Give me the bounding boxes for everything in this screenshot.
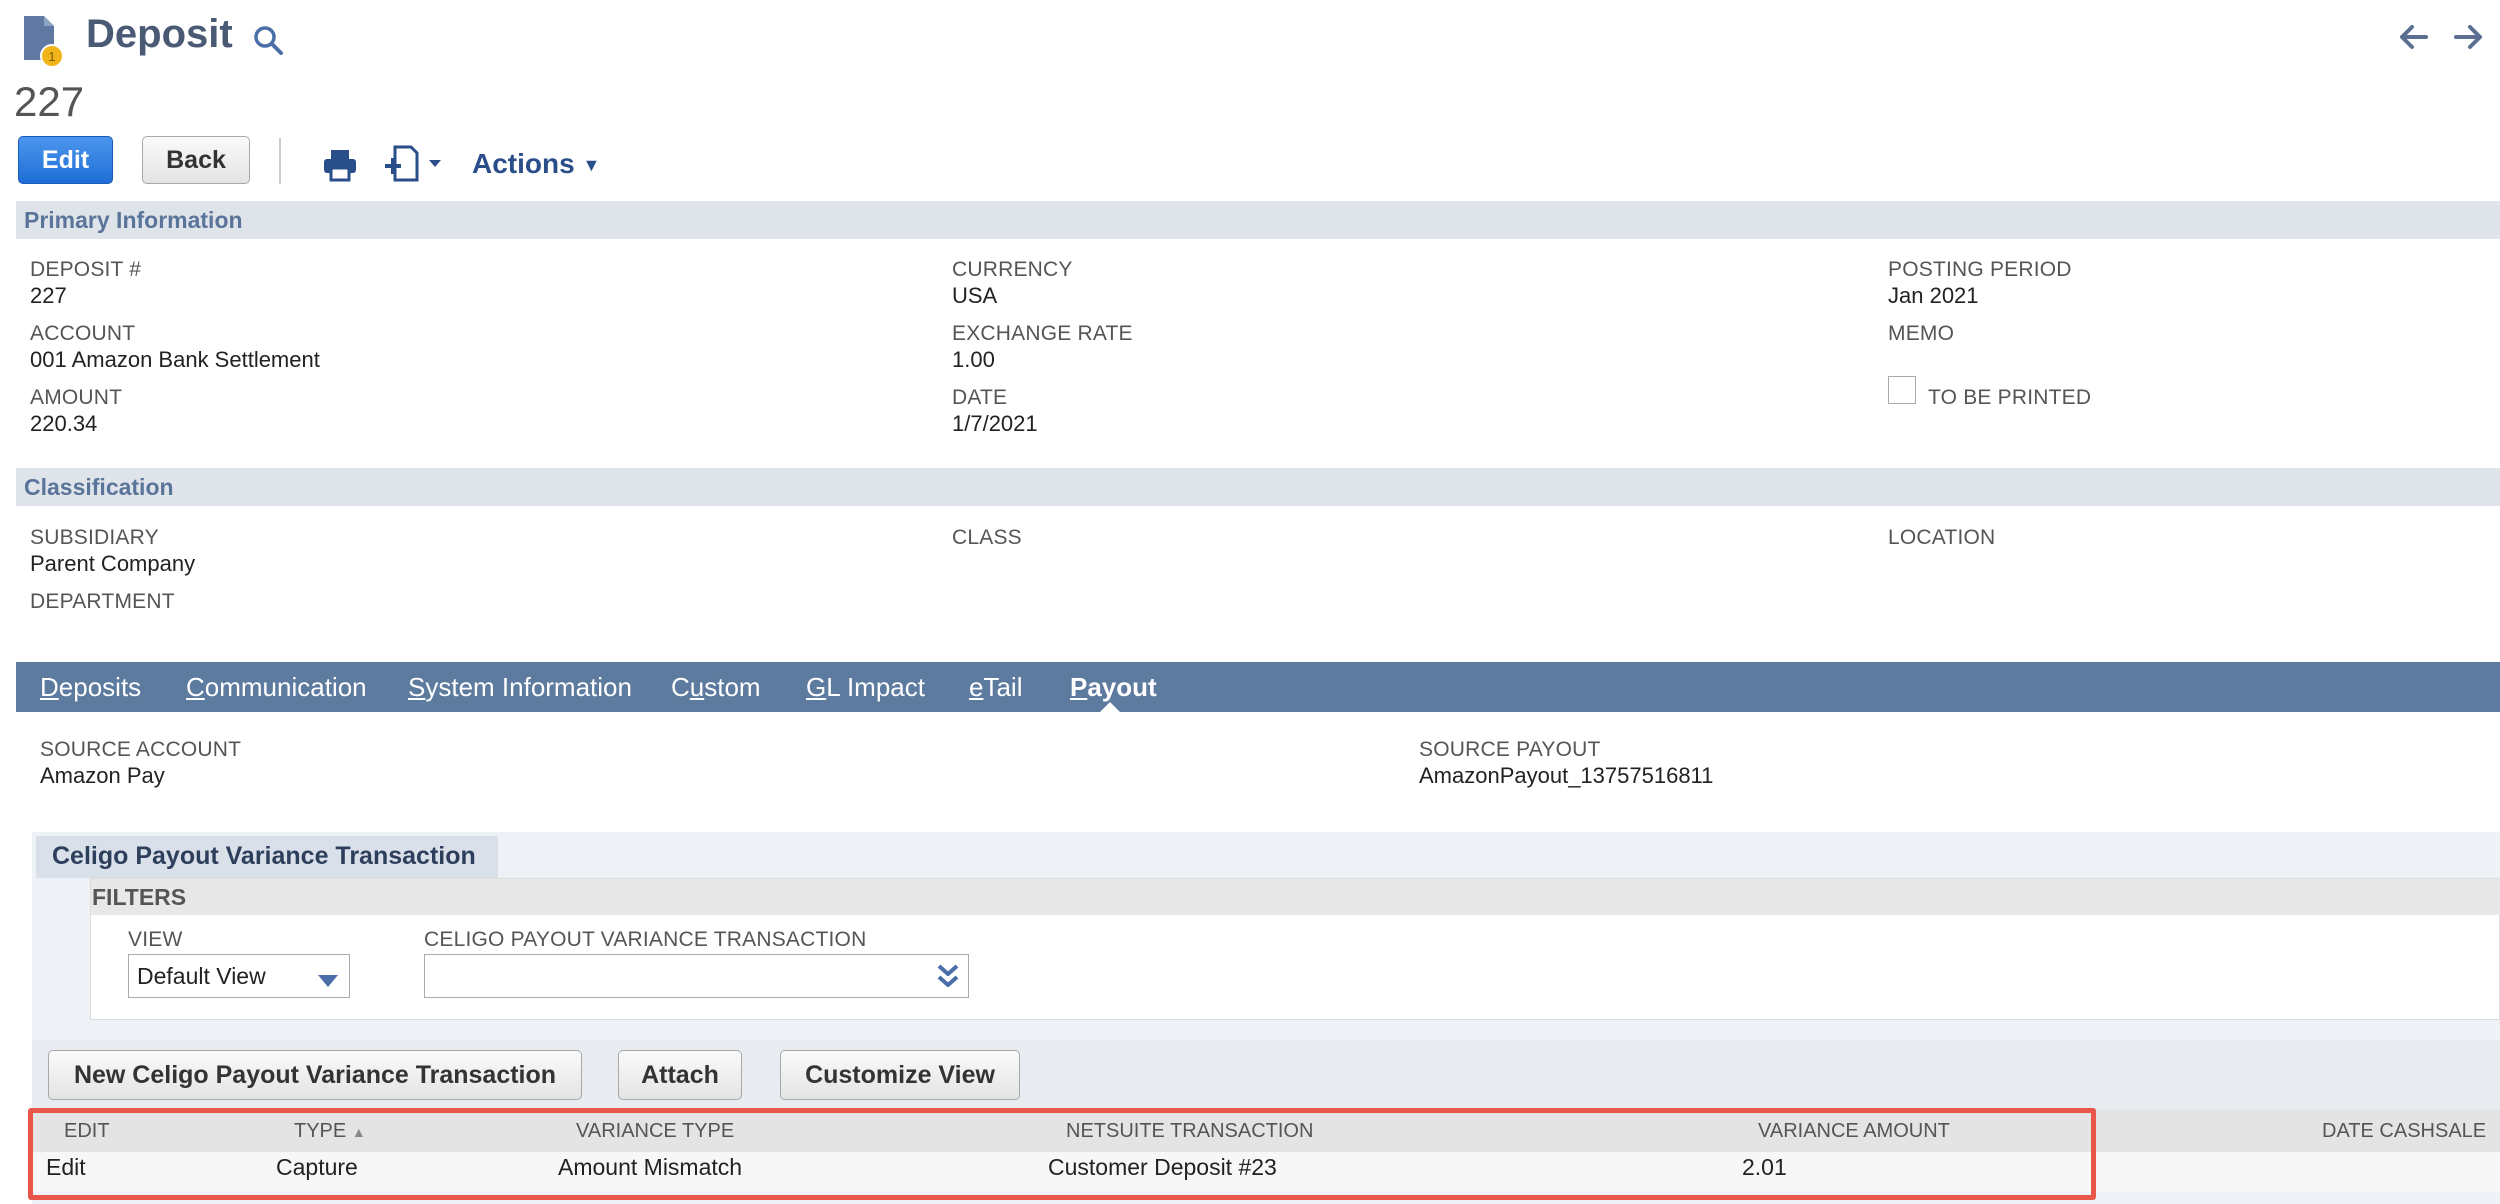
tab-payout[interactable]: Payout [1070, 672, 1157, 703]
tab-gl-impact[interactable]: GL Impact [806, 672, 925, 703]
classification-section[interactable]: Classification [16, 468, 2500, 506]
deposit-number-value: 227 [30, 283, 67, 308]
source-payout-label: SOURCE PAYOUT [1419, 738, 1601, 761]
variance-transaction-filter-select[interactable] [424, 954, 969, 998]
active-tab-pointer [1098, 702, 1122, 714]
class-label: CLASS [952, 526, 1022, 549]
tab-system-information[interactable]: System Information [408, 672, 632, 703]
account-label: ACCOUNT [30, 322, 136, 345]
back-button[interactable]: Back [142, 136, 250, 184]
view-filter-label: VIEW [128, 928, 183, 951]
location-label: LOCATION [1888, 526, 1996, 549]
column-header-date-cashsale[interactable]: DATE CASHSALE [2322, 1120, 2486, 1143]
filters-title: FILTERS [92, 884, 187, 910]
tab-etail[interactable]: eTail [969, 672, 1022, 703]
section-title: Primary Information [24, 207, 243, 233]
svg-text:1: 1 [48, 49, 55, 64]
previous-record-arrow-icon[interactable] [2396, 22, 2430, 57]
filters-header[interactable] [91, 879, 2500, 915]
variance-transaction-filter-label: CELIGO PAYOUT VARIANCE TRANSACTION [424, 928, 867, 951]
to-be-printed-checkbox[interactable] [1888, 376, 1916, 404]
deposit-record-icon: 1 [22, 14, 66, 70]
amount-label: AMOUNT [30, 386, 123, 409]
attach-button[interactable]: Attach [618, 1050, 742, 1100]
subtab-bar: Deposits Communication System Informatio… [16, 662, 2500, 712]
posting-period-label: POSTING PERIOD [1888, 258, 2072, 281]
sublist-title: Celigo Payout Variance Transaction [52, 842, 476, 870]
actions-label: Actions [472, 148, 575, 179]
new-variance-transaction-button[interactable]: New Celigo Payout Variance Transaction [48, 1050, 582, 1100]
department-label: DEPARTMENT [30, 590, 175, 613]
customize-view-button[interactable]: Customize View [780, 1050, 1020, 1100]
account-link[interactable]: 001 Amazon Bank Settlement [30, 347, 320, 373]
source-account-label: SOURCE ACCOUNT [40, 738, 242, 761]
view-select[interactable]: Default View [128, 954, 350, 998]
highlight-annotation-box [28, 1108, 2096, 1200]
section-title: Classification [24, 474, 174, 500]
search-icon[interactable] [252, 24, 286, 58]
source-payout-link[interactable]: AmazonPayout_13757516811 [1419, 763, 1713, 789]
source-account-link[interactable]: Amazon Pay [40, 763, 165, 789]
print-icon[interactable] [322, 148, 358, 187]
chevron-down-icon: ▼ [582, 155, 601, 176]
date-value: 1/7/2021 [952, 411, 1038, 436]
exchange-rate-label: EXCHANGE RATE [952, 322, 1133, 345]
subsidiary-label: SUBSIDIARY [30, 526, 159, 549]
edit-button[interactable]: Edit [18, 136, 113, 184]
to-be-printed-label: TO BE PRINTED [1928, 386, 2092, 409]
double-chevron-down-icon [936, 963, 960, 995]
amount-value: 220.34 [30, 411, 98, 436]
tab-deposits[interactable]: Deposits [40, 672, 141, 703]
primary-information-section[interactable]: Primary Information [16, 201, 2500, 239]
new-document-dropdown-icon[interactable] [383, 144, 447, 189]
currency-label: CURRENCY [952, 258, 1073, 281]
view-select-value: Default View [137, 963, 266, 989]
toolbar-divider [279, 138, 281, 184]
record-number: 227 [14, 78, 85, 125]
exchange-rate-value: 1.00 [952, 347, 995, 372]
next-record-arrow-icon[interactable] [2452, 22, 2486, 57]
date-label: DATE [952, 386, 1008, 409]
tab-custom[interactable]: Custom [671, 672, 761, 703]
posting-period-value: Jan 2021 [1888, 283, 1979, 308]
actions-menu[interactable]: Actions ▼ [472, 148, 600, 180]
subsidiary-value: Parent Company [30, 551, 196, 576]
deposit-number-label: DEPOSIT # [30, 258, 142, 281]
page-title: Deposit [86, 12, 233, 56]
chevron-down-icon [317, 967, 339, 994]
currency-value: USA [952, 283, 998, 308]
memo-label: MEMO [1888, 322, 1955, 345]
tab-communication[interactable]: Communication [186, 672, 367, 703]
